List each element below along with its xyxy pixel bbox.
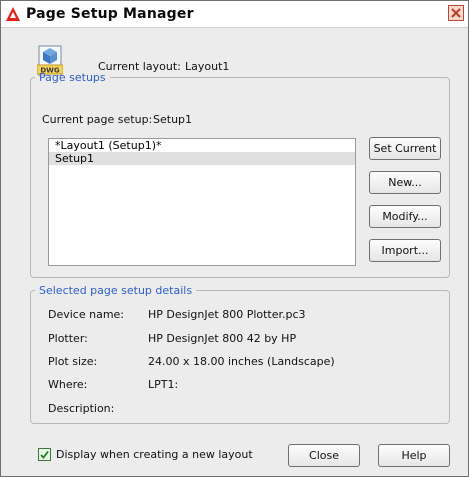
checkmark-icon	[40, 450, 49, 459]
help-button[interactable]: Help	[378, 444, 450, 467]
list-item-layout1[interactable]: *Layout1 (Setup1)*	[49, 139, 355, 152]
import-button[interactable]: Import...	[369, 239, 441, 262]
description-label: Description:	[48, 402, 115, 415]
modify-button[interactable]: Modify...	[369, 205, 441, 228]
current-setup-label: Current page setup:	[42, 113, 153, 126]
plotter-value: HP DesignJet 800 42 by HP	[148, 332, 297, 345]
page-setup-manager-window: Page Setup Manager DWG Current layout: L…	[0, 0, 469, 477]
page-setups-list[interactable]: *Layout1 (Setup1)* Setup1	[48, 138, 356, 266]
device-name-label: Device name:	[48, 308, 125, 321]
list-item-setup1[interactable]: Setup1	[49, 152, 355, 165]
display-on-new-layout-checkbox[interactable]	[38, 448, 51, 461]
device-name-value: HP DesignJet 800 Plotter.pc3	[148, 308, 306, 321]
details-legend: Selected page setup details	[39, 284, 193, 297]
close-button[interactable]: Close	[288, 444, 360, 467]
current-setup-value: Setup1	[153, 113, 193, 126]
new-button[interactable]: New...	[369, 171, 441, 194]
where-label: Where:	[48, 378, 88, 391]
window-title: Page Setup Manager	[26, 6, 194, 22]
plot-size-label: Plot size:	[48, 355, 98, 368]
display-on-new-layout-label[interactable]: Display when creating a new layout	[56, 448, 253, 461]
title-bar[interactable]: Page Setup Manager	[1, 1, 468, 28]
where-value: LPT1:	[148, 378, 179, 391]
set-current-button[interactable]: Set Current	[369, 137, 441, 160]
close-icon[interactable]	[448, 5, 464, 21]
plotter-label: Plotter:	[48, 332, 88, 345]
page-setups-legend: Page setups	[39, 71, 106, 84]
plot-size-value: 24.00 x 18.00 inches (Landscape)	[148, 355, 335, 368]
autocad-icon	[6, 7, 20, 21]
